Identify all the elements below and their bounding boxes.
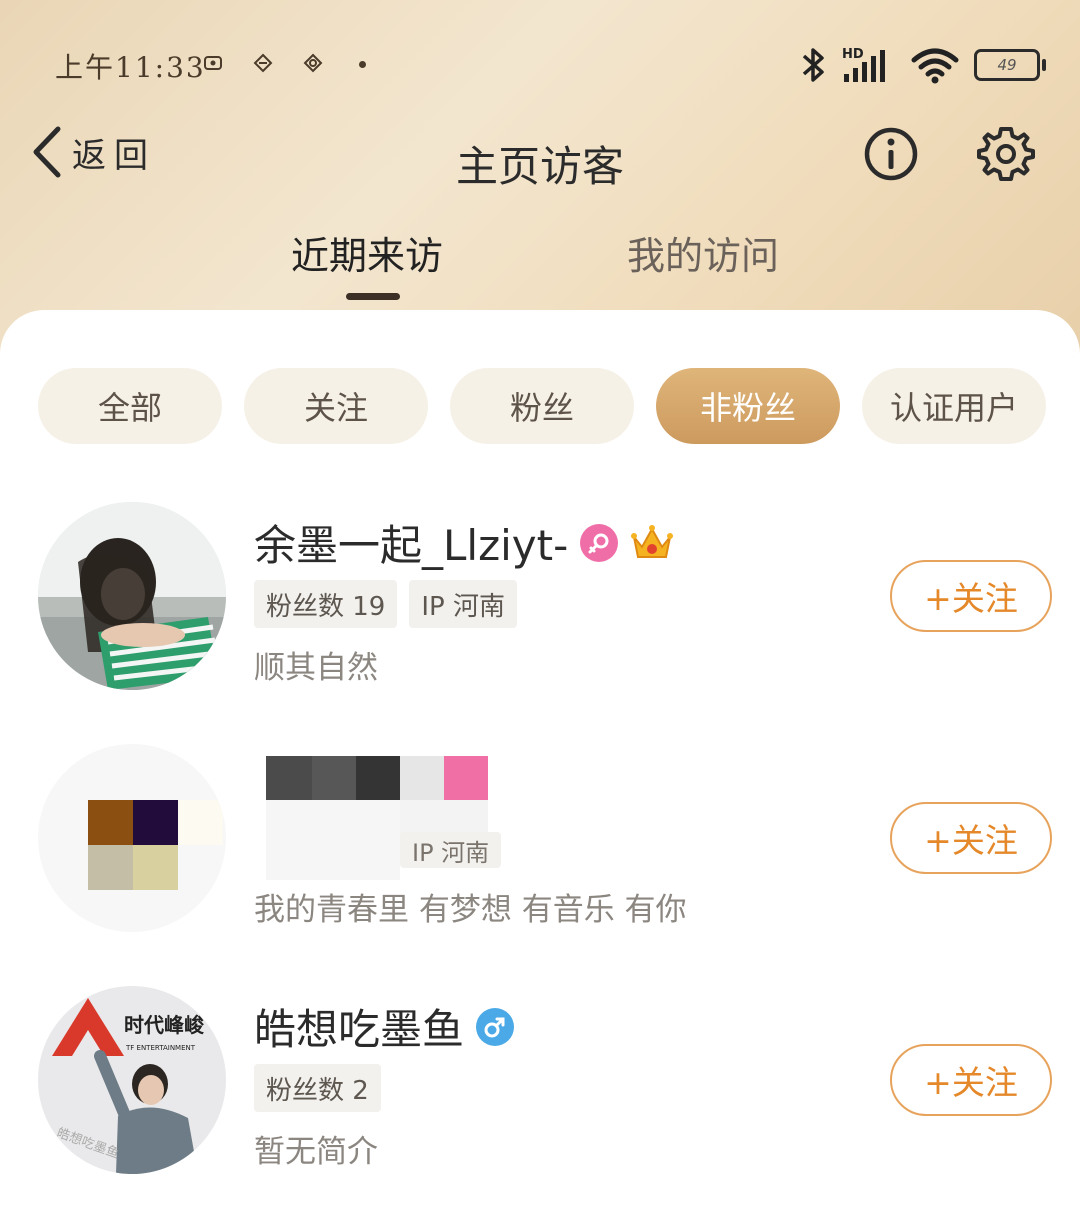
visitor-tags: 粉丝数 2 xyxy=(254,1064,381,1112)
info-icon[interactable] xyxy=(862,125,920,183)
status-time: 上午11:33 xyxy=(55,51,206,84)
avatar[interactable]: 时代峰峻 TF ENTERTAINMENT 皓想吃墨鱼 xyxy=(38,986,226,1174)
follow-button[interactable]: +关注 xyxy=(890,560,1052,632)
visitor-tags: 粉丝数 19 IP 河南 xyxy=(254,580,517,628)
bluetooth-icon xyxy=(802,48,824,82)
status-bar: 上午11:33 HD 49 xyxy=(0,30,1080,100)
gear-icon[interactable] xyxy=(977,125,1035,183)
avatar[interactable] xyxy=(38,502,226,690)
signal-icon: HD xyxy=(842,47,885,82)
visitor-name-row: 余墨一起_Llziyt- xyxy=(254,512,674,573)
visitor-bio: 我的青春里 有梦想 有音乐 有你 xyxy=(254,892,687,928)
svg-text:时代峰峻: 时代峰峻 xyxy=(124,1013,205,1037)
visitor-bio: 暂无简介 xyxy=(254,1134,378,1170)
avatar[interactable] xyxy=(38,744,226,932)
ip-location-tag: IP 河南 xyxy=(400,832,502,868)
follow-button[interactable]: +关注 xyxy=(890,802,1052,874)
male-icon xyxy=(476,1007,515,1046)
filter-following[interactable]: 关注 xyxy=(244,368,428,444)
battery-indicator: 49 xyxy=(974,49,1046,81)
active-tab-indicator xyxy=(346,293,400,300)
follow-button[interactable]: +关注 xyxy=(890,1044,1052,1116)
wifi-icon xyxy=(911,48,959,84)
female-icon xyxy=(580,523,619,562)
filter-verified[interactable]: 认证用户 xyxy=(862,368,1046,444)
visitor-name-row: 皓想吃墨鱼 xyxy=(254,996,515,1057)
filter-all[interactable]: 全部 xyxy=(38,368,222,444)
ip-location-tag: IP 河南 xyxy=(409,580,517,628)
svg-text:HD: HD xyxy=(842,47,864,62)
avatar-image: 时代峰峻 TF ENTERTAINMENT 皓想吃墨鱼 xyxy=(38,986,226,1174)
fans-count-tag: 粉丝数 2 xyxy=(254,1064,381,1112)
filter-chips: 全部 关注 粉丝 非粉丝 认证用户 xyxy=(38,368,1046,444)
avatar-image xyxy=(38,502,226,690)
filter-non-fans[interactable]: 非粉丝 xyxy=(656,368,840,444)
more-notifications-dot xyxy=(359,61,366,68)
status-right: HD 49 xyxy=(798,42,1046,88)
avatar-pixelated xyxy=(38,744,226,932)
notification-icon xyxy=(303,53,323,73)
notification-icon xyxy=(253,53,273,73)
filter-fans[interactable]: 粉丝 xyxy=(450,368,634,444)
tab-recent-visitors[interactable]: 近期来访 xyxy=(291,225,443,280)
svg-text:TF ENTERTAINMENT: TF ENTERTAINMENT xyxy=(125,1044,196,1052)
notification-icon xyxy=(204,56,222,70)
crown-icon xyxy=(631,524,674,558)
visitor-name[interactable]: 皓想吃墨鱼 xyxy=(254,996,464,1057)
battery-level: 49 xyxy=(997,56,1017,74)
visitor-tags: IP 河南 xyxy=(400,832,502,868)
visitor-row[interactable]: 余墨一起_Llziyt- 粉丝数 19 IP 河南 顺其自然 +关注 xyxy=(0,502,1080,702)
tab-my-visits[interactable]: 我的访问 xyxy=(627,225,779,280)
visitor-name[interactable]: 余墨一起_Llziyt- xyxy=(254,512,568,573)
fans-count-tag: 粉丝数 19 xyxy=(254,580,398,628)
nav-bar: 返回 主页访客 xyxy=(0,115,1080,205)
visitor-bio: 顺其自然 xyxy=(254,650,378,686)
visitor-row[interactable]: IP 河南 我的青春里 有梦想 有音乐 有你 +关注 xyxy=(0,744,1080,944)
visitor-row[interactable]: 时代峰峻 TF ENTERTAINMENT 皓想吃墨鱼 皓想吃墨鱼 粉丝数 2 … xyxy=(0,986,1080,1186)
visitor-tabs: 近期来访 我的访问 xyxy=(0,225,1080,305)
